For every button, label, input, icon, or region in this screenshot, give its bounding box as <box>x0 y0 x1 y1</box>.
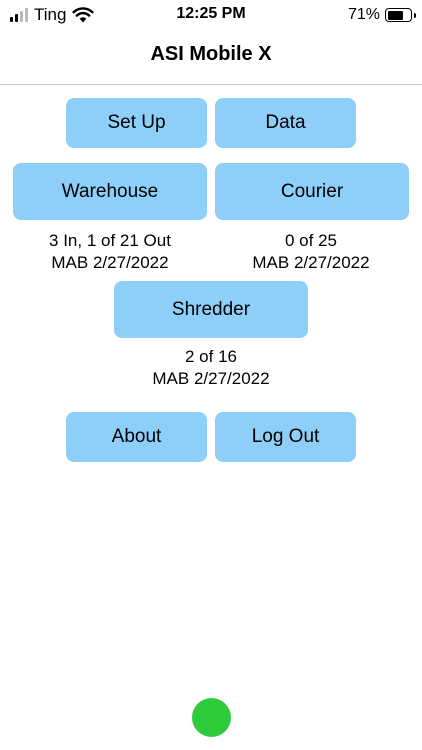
shredder-user-date: MAB 2/27/2022 <box>152 369 270 388</box>
battery-icon <box>385 8 416 22</box>
warehouse-info: 3 In, 1 of 21 Out MAB 2/27/2022 <box>10 230 210 274</box>
shredder-button[interactable]: Shredder <box>114 281 308 338</box>
battery-percent: 71% <box>347 6 380 23</box>
warehouse-button[interactable]: Warehouse <box>13 163 207 220</box>
screen: Ting 12:25 PM 71% ASI Mobile X Set Up Da… <box>0 0 422 750</box>
page-title: ASI Mobile X <box>150 43 272 65</box>
about-button[interactable]: About <box>66 412 207 462</box>
shredder-info: 2 of 16 MAB 2/27/2022 <box>111 346 311 390</box>
courier-user-date: MAB 2/27/2022 <box>252 253 370 272</box>
setup-button[interactable]: Set Up <box>66 98 207 148</box>
warehouse-user-date: MAB 2/27/2022 <box>51 253 169 272</box>
logout-button[interactable]: Log Out <box>215 412 356 462</box>
status-indicator-dot <box>192 698 231 737</box>
courier-info: 0 of 25 MAB 2/27/2022 <box>211 230 411 274</box>
data-button[interactable]: Data <box>215 98 356 148</box>
header-divider <box>0 84 422 85</box>
status-bar: Ting 12:25 PM 71% <box>0 0 422 30</box>
warehouse-count: 3 In, 1 of 21 Out <box>49 231 171 250</box>
status-right: 71% <box>347 5 416 25</box>
courier-button[interactable]: Courier <box>215 163 409 220</box>
battery-nub <box>413 12 416 18</box>
shredder-count: 2 of 16 <box>185 347 237 366</box>
battery-level <box>387 10 404 20</box>
courier-count: 0 of 25 <box>285 231 337 250</box>
